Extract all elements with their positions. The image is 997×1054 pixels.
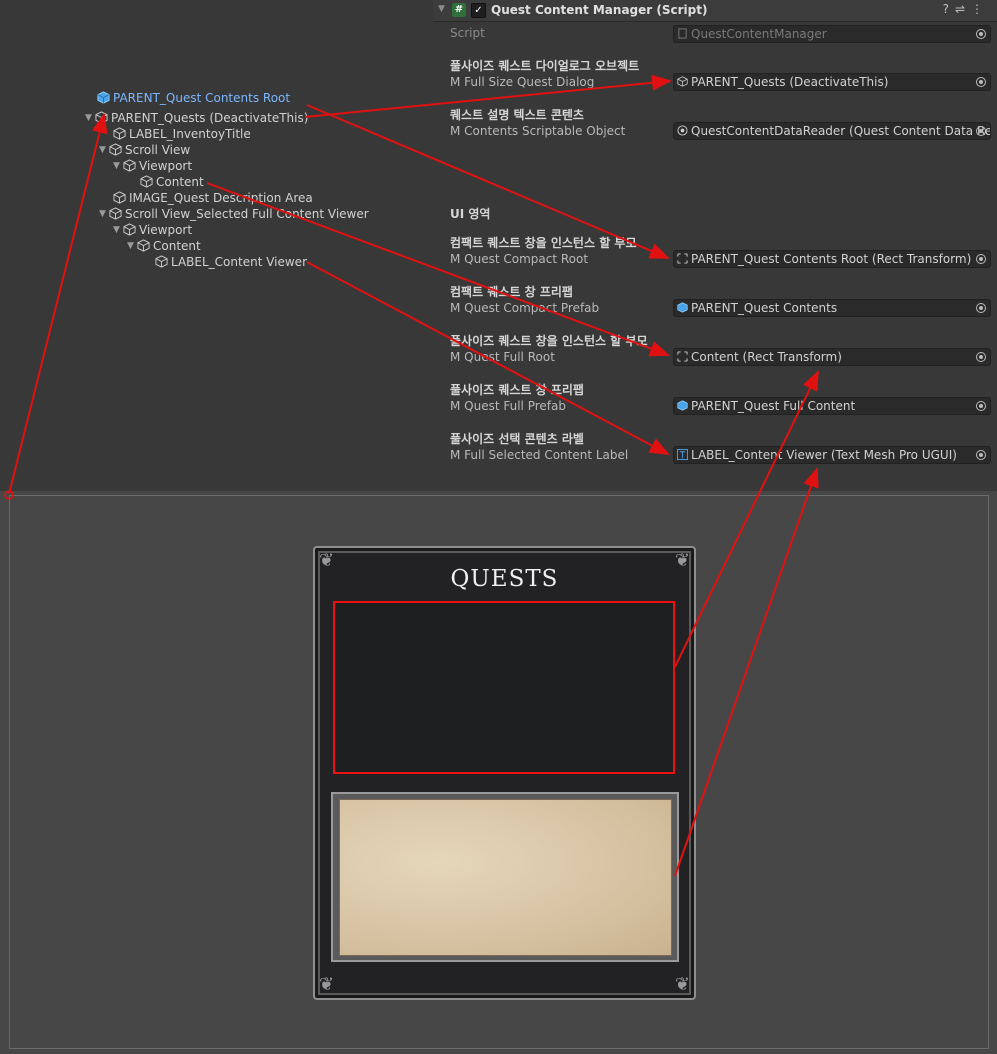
- full-selected-content-label-field[interactable]: LABEL_Content Viewer (Text Mesh Pro UGUI…: [673, 446, 991, 464]
- hierarchy-item-viewport[interactable]: ▼ Viewport: [113, 158, 192, 174]
- hierarchy-item-label: Content: [156, 175, 204, 189]
- quest-content-area[interactable]: [333, 601, 675, 774]
- text-mesh-pro-icon: [677, 449, 688, 460]
- object-picker-icon[interactable]: [976, 254, 986, 264]
- preset-icon[interactable]: ⇌: [955, 2, 971, 16]
- property-label: M Full Selected Content Label: [450, 448, 629, 462]
- property-label: M Quest Full Root: [450, 350, 555, 364]
- object-picker-icon[interactable]: [976, 29, 986, 39]
- hierarchy-item-label: Viewport: [139, 159, 193, 173]
- prefab-cube-icon: [97, 91, 110, 104]
- script-file-icon: [678, 28, 687, 39]
- gameobject-cube-icon: [123, 159, 136, 172]
- property-title: 컴팩트 퀘스트 창 프리팹: [450, 285, 573, 299]
- gameobject-cube-icon: [140, 175, 153, 188]
- hierarchy-item-label: LABEL_InventoyTitle: [129, 127, 251, 141]
- hierarchy-item-label-inventory-title[interactable]: LABEL_InventoyTitle: [113, 126, 251, 142]
- property-title: 풀사이즈 퀘스트 창을 인스턴스 할 부모: [450, 334, 648, 348]
- gameobject-cube-icon: [109, 207, 122, 220]
- script-label: Script: [450, 26, 485, 40]
- gameobject-cube-icon: [155, 255, 168, 268]
- quest-full-prefab-field[interactable]: PARENT_Quest Full Content: [673, 397, 991, 415]
- foldout-arrow-icon[interactable]: ▼: [438, 4, 445, 14]
- rect-transform-icon: [677, 253, 688, 264]
- gameobject-cube-icon: [123, 223, 136, 236]
- object-picker-icon[interactable]: [976, 450, 986, 460]
- script-icon: #: [452, 3, 466, 17]
- section-header-ui: UI 영역: [450, 207, 491, 221]
- hierarchy-item-viewport-2[interactable]: ▼ Viewport: [113, 222, 192, 238]
- object-picker-icon[interactable]: [976, 77, 986, 87]
- foldout-arrow-icon[interactable]: ▼: [127, 238, 137, 254]
- ornament-corner-icon: ❦: [674, 974, 690, 995]
- hierarchy-item-label: Viewport: [139, 223, 193, 237]
- quest-compact-prefab-field[interactable]: PARENT_Quest Contents: [673, 299, 991, 317]
- contents-scriptable-object-field[interactable]: QuestContentDataReader (Quest Content Da…: [673, 122, 991, 140]
- full-size-quest-dialog-field[interactable]: PARENT_Quests (DeactivateThis): [673, 73, 991, 91]
- property-label: M Quest Compact Root: [450, 252, 589, 266]
- foldout-arrow-icon[interactable]: ▼: [85, 110, 95, 126]
- property-label: M Full Size Quest Dialog: [450, 75, 595, 89]
- property-title: 풀사이즈 퀘스트 창 프리팹: [450, 383, 584, 397]
- ornament-corner-icon: ❦: [319, 974, 335, 995]
- gameobject-cube-icon: [677, 76, 688, 87]
- property-label: M Quest Compact Prefab: [450, 301, 600, 315]
- component-header[interactable]: ▼ # ✓ Quest Content Manager (Script) ?⇌⋮: [433, 0, 997, 22]
- quest-compact-root-field[interactable]: PARENT_Quest Contents Root (Rect Transfo…: [673, 250, 991, 268]
- property-title: 풀사이즈 선택 콘텐츠 라벨: [450, 432, 584, 446]
- arrow-canvas-to-quests: [8, 113, 108, 495]
- property-label: M Quest Full Prefab: [450, 399, 566, 413]
- prefab-cube-icon: [677, 302, 688, 313]
- foldout-arrow-icon[interactable]: ▼: [99, 142, 109, 158]
- gameobject-cube-icon: [113, 127, 126, 140]
- hierarchy-item-label: Scroll View_Selected Full Content Viewer: [125, 207, 369, 221]
- property-title: 풀사이즈 퀘스트 다이얼로그 오브젝트: [450, 59, 640, 73]
- hierarchy-item-label: IMAGE_Quest Description Area: [129, 191, 313, 205]
- hierarchy-item-label: PARENT_Quests (DeactivateThis): [111, 111, 309, 125]
- hierarchy-item-label: Content: [153, 239, 201, 253]
- property-title: 컴팩트 퀘스트 창을 인스턴스 할 부모: [450, 236, 637, 250]
- object-picker-icon[interactable]: [976, 126, 986, 136]
- rect-transform-icon: [677, 351, 688, 362]
- component-title: Quest Content Manager (Script): [491, 3, 708, 17]
- component-enabled-checkbox[interactable]: ✓: [471, 3, 486, 18]
- prefab-cube-icon: [677, 400, 688, 411]
- hierarchy-item-label: PARENT_Quest Contents Root: [113, 91, 291, 105]
- hierarchy-item-content[interactable]: Content: [140, 174, 204, 190]
- hierarchy-item-image-quest-description[interactable]: IMAGE_Quest Description Area: [113, 190, 313, 206]
- content-viewer-parchment[interactable]: [339, 799, 672, 956]
- foldout-arrow-icon[interactable]: ▼: [99, 206, 109, 222]
- hierarchy-item-quest-contents-root[interactable]: PARENT_Quest Contents Root: [97, 90, 290, 106]
- object-picker-icon[interactable]: [976, 401, 986, 411]
- script-field[interactable]: QuestContentManager: [673, 25, 991, 43]
- object-picker-icon[interactable]: [976, 352, 986, 362]
- help-icon[interactable]: ?: [943, 2, 955, 16]
- hierarchy-item-scroll-view-full-content[interactable]: ▼ Scroll View_Selected Full Content Viewe…: [99, 206, 369, 222]
- quests-title: QUESTS: [450, 566, 559, 592]
- hierarchy-item-content-2[interactable]: ▼ Content: [127, 238, 201, 254]
- object-picker-icon[interactable]: [976, 303, 986, 313]
- foldout-arrow-icon[interactable]: ▼: [113, 158, 123, 174]
- hierarchy-item-parent-quests[interactable]: ▼ PARENT_Quests (DeactivateThis): [85, 110, 308, 126]
- scriptable-object-icon: [677, 125, 688, 136]
- quest-full-root-field[interactable]: Content (Rect Transform): [673, 348, 991, 366]
- gameobject-cube-icon: [137, 239, 150, 252]
- gameobject-cube-icon: [113, 191, 126, 204]
- foldout-arrow-icon[interactable]: ▼: [113, 222, 123, 238]
- property-title: 퀘스트 설명 텍스트 콘텐츠: [450, 108, 584, 122]
- more-icon[interactable]: ⋮: [971, 2, 989, 16]
- hierarchy-item-label: Scroll View: [125, 143, 191, 157]
- gameobject-cube-icon: [109, 143, 122, 156]
- hierarchy-item-scroll-view[interactable]: ▼ Scroll View: [99, 142, 190, 158]
- property-label: M Contents Scriptable Object: [450, 124, 626, 138]
- hierarchy-item-label: LABEL_Content Viewer: [171, 255, 308, 269]
- gameobject-cube-icon: [95, 111, 108, 124]
- hierarchy-item-label-content-viewer[interactable]: LABEL_Content Viewer: [155, 254, 307, 270]
